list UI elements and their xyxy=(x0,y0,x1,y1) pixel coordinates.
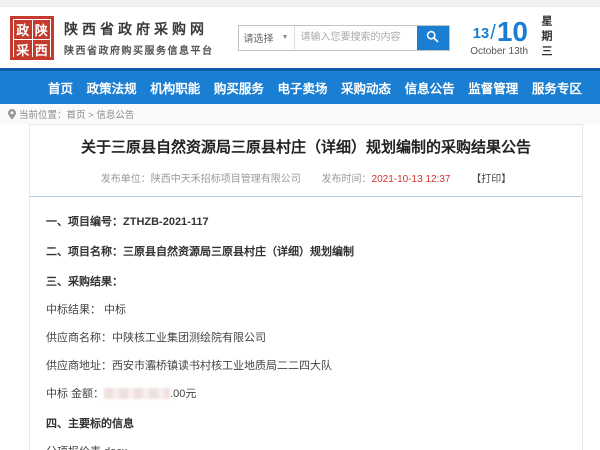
publish-time-value: 2021-10-13 12:37 xyxy=(372,174,451,185)
nav-item-policies[interactable]: 政策法规 xyxy=(87,78,137,97)
date-month: 10 xyxy=(497,19,528,45)
site-subtitle: 陕西省政府购买服务信息平台 xyxy=(64,42,214,57)
print-button[interactable]: 【打印】 xyxy=(471,174,511,185)
date-numeric: 13 / 10 October 13th xyxy=(470,19,528,57)
nav-item-supervision[interactable]: 监督管理 xyxy=(468,78,518,97)
section-project-number: 一、项目编号：ZTHZB-2021-117 xyxy=(46,213,562,229)
chevron-down-icon: ▼ xyxy=(282,34,289,41)
site-logo-grid: 政 陕 采 西 xyxy=(13,19,51,57)
search-bar: 请选择 ▼ xyxy=(238,25,450,51)
date-day: 13 xyxy=(473,25,490,42)
nav-item-e-market[interactable]: 电子卖场 xyxy=(277,78,327,97)
publish-info: 发布单位：陕西中天禾招标项目管理有限公司 发布时间：2021-10-13 12:… xyxy=(30,170,582,185)
search-icon xyxy=(426,30,439,46)
nav-item-purchase-service[interactable]: 购买服务 xyxy=(214,78,264,97)
section-result-heading: 三、采购结果： xyxy=(46,273,562,289)
search-input[interactable] xyxy=(295,26,417,50)
redacted-amount xyxy=(104,388,170,399)
search-select-label: 请选择 xyxy=(244,30,274,45)
page-title: 关于三原县自然资源局三原县村庄（详细）规划编制的采购结果公告 xyxy=(30,138,582,158)
site-title: 陕西省政府采购网 xyxy=(64,19,214,39)
top-strip xyxy=(0,0,600,7)
supplier-name: 供应商名称：中陕核工业集团测绘院有限公司 xyxy=(46,329,562,345)
nav-item-procurement-news[interactable]: 采购动态 xyxy=(341,78,391,97)
logo-char: 西 xyxy=(33,40,51,59)
publish-time-label: 发布时间： xyxy=(322,174,372,185)
breadcrumb: 当前位置： 首页 > 信息公告 xyxy=(0,104,600,124)
site-names: 陕西省政府采购网 陕西省政府购买服务信息平台 xyxy=(64,19,214,57)
breadcrumb-label: 当前位置： xyxy=(19,107,67,121)
main-nav: 首页 政策法规 机构职能 购买服务 电子卖场 采购动态 信息公告 监督管理 服务… xyxy=(0,68,600,104)
publish-time: 发布时间：2021-10-13 12:37 xyxy=(322,174,451,185)
site-header: 政 陕 采 西 陕西省政府采购网 陕西省政府购买服务信息平台 请选择 ▼ 1 xyxy=(0,7,600,68)
section-project-name: 二、项目名称：三原县自然资源局三原县村庄（详细）规划编制 xyxy=(46,243,562,259)
attachment-link[interactable]: 分项报价表.docx xyxy=(46,443,562,450)
bid-amount-suffix: .00元 xyxy=(170,388,196,400)
site-logo[interactable]: 政 陕 采 西 xyxy=(10,16,54,60)
search-category-select[interactable]: 请选择 ▼ xyxy=(239,26,295,50)
bid-result: 中标结果： 中标 xyxy=(46,301,562,317)
date-english: October 13th xyxy=(470,46,528,57)
search-button[interactable] xyxy=(417,26,449,50)
logo-char: 政 xyxy=(14,20,32,39)
date-separator: / xyxy=(490,22,496,45)
section-subject-info: 四、主要标的信息 xyxy=(46,415,562,431)
logo-char: 采 xyxy=(14,40,32,59)
breadcrumb-path[interactable]: 首页 > 信息公告 xyxy=(67,107,135,121)
date-block: 13 / 10 October 13th 星期三 xyxy=(470,15,590,60)
nav-item-service-zone[interactable]: 服务专区 xyxy=(532,78,582,97)
nav-item-functions[interactable]: 机构职能 xyxy=(150,78,200,97)
nav-item-home[interactable]: 首页 xyxy=(48,78,73,97)
bid-amount-label: 中标 金额： xyxy=(46,388,104,400)
weekday-label: 星期三 xyxy=(538,15,554,60)
logo-char: 陕 xyxy=(33,20,51,39)
bid-amount-line: 中标 金额： .00元 xyxy=(46,385,562,401)
article-container: 关于三原县自然资源局三原县村庄（详细）规划编制的采购结果公告 发布单位：陕西中天… xyxy=(29,124,583,450)
supplier-address: 供应商地址：西安市灞桥镇读书村核工业地质局二二四大队 xyxy=(46,357,562,373)
location-pin-icon xyxy=(8,109,16,120)
publisher: 发布单位：陕西中天禾招标项目管理有限公司 xyxy=(101,174,301,185)
nav-item-announcements[interactable]: 信息公告 xyxy=(405,78,455,97)
article-body: 一、项目编号：ZTHZB-2021-117 二、项目名称：三原县自然资源局三原县… xyxy=(30,197,582,450)
